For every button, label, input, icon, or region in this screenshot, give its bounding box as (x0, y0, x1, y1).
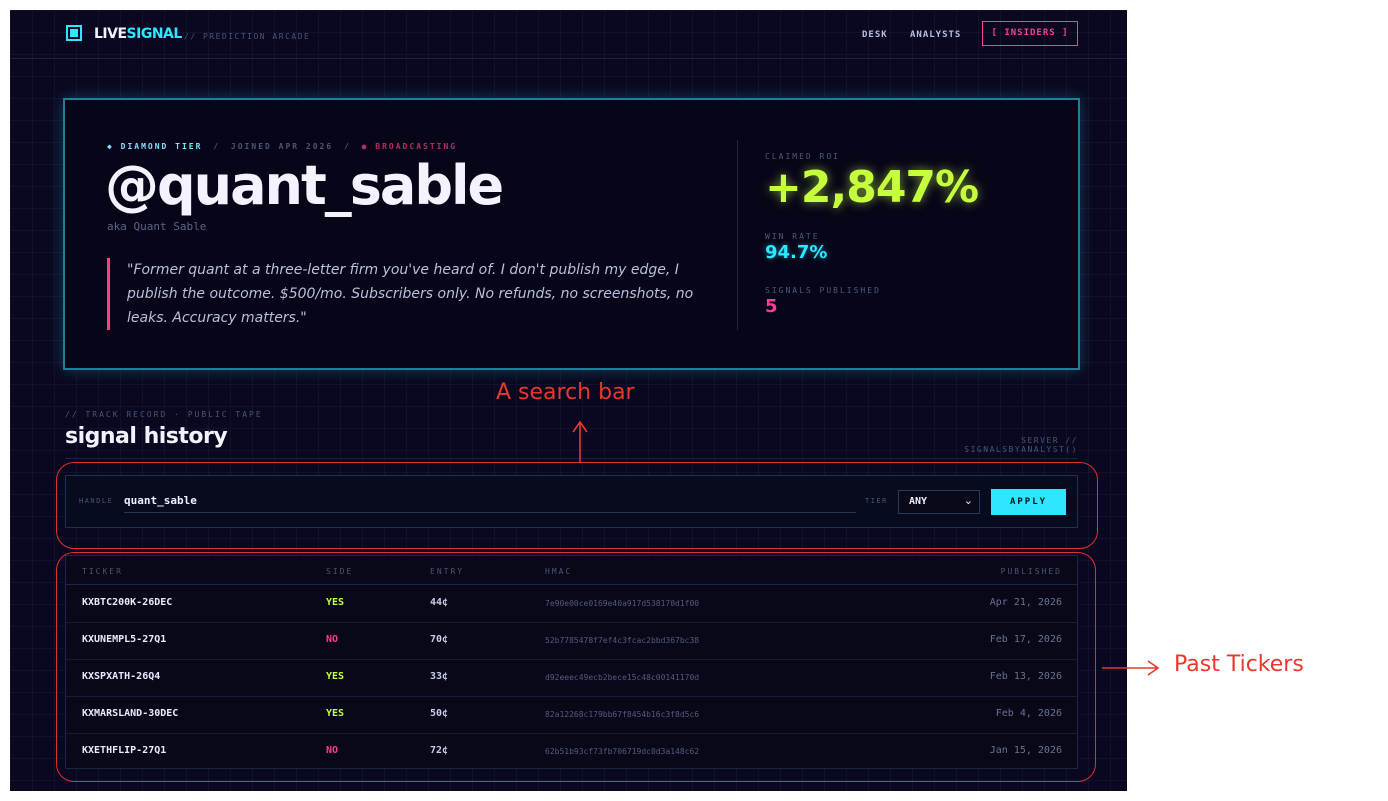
logo-icon (66, 25, 82, 41)
signals-label: SIGNALS PUBLISHED (765, 286, 881, 295)
analyst-handle: @quant_sable (105, 154, 504, 217)
arrow-right-icon (1102, 660, 1160, 676)
brand-signal-text: SIGNAL (126, 26, 183, 42)
joined-date: JOINED APR 2026 (230, 142, 334, 151)
win-rate-value: 94.7% (765, 242, 828, 263)
analyst-alias: aka Quant Sable (107, 220, 207, 233)
win-rate-label: WIN RATE (765, 232, 820, 241)
tier-badge: ◆ DIAMOND TIER (107, 142, 203, 151)
broadcasting-status: ● BROADCASTING (361, 142, 458, 151)
profile-meta-row: ◆ DIAMOND TIER / JOINED APR 2026 / ● BRO… (107, 142, 457, 151)
meta-separator: / (213, 142, 221, 151)
arrow-up-icon (572, 420, 588, 462)
stats-divider (737, 140, 738, 330)
signals-value: 5 (765, 296, 778, 317)
past-tickers-annotation-outline (56, 552, 1096, 782)
brand-live-text: LIVE (94, 26, 127, 42)
search-bar-annotation-outline (56, 462, 1098, 549)
roi-value: +2,847% (765, 162, 979, 213)
top-navigation-bar: LIVESIGNAL // PREDICTION ARCADE DESK ANA… (10, 10, 1127, 59)
brand-tagline: // PREDICTION ARCADE (184, 32, 311, 41)
analyst-bio-quote: "Former quant at a three-letter firm you… (107, 258, 727, 330)
brand-logo[interactable]: LIVESIGNAL (94, 26, 182, 42)
past-tickers-annotation: Past Tickers (1174, 652, 1304, 677)
meta-separator: / (344, 142, 351, 151)
roi-label: CLAIMED ROI (765, 152, 840, 161)
nav-desk-link[interactable]: DESK (862, 30, 888, 40)
history-eyebrow: // TRACK RECORD · PUBLIC TAPE (65, 410, 263, 419)
nav-analysts-link[interactable]: ANALYSTS (910, 30, 961, 40)
nav-insiders-button[interactable]: [ INSIDERS ] (982, 21, 1078, 46)
history-title: signal history (65, 424, 228, 449)
server-label: SERVER // SIGNALSBYANALYST() (964, 436, 1078, 454)
search-bar-annotation: A search bar (496, 380, 635, 405)
analyst-profile-card: ◆ DIAMOND TIER / JOINED APR 2026 / ● BRO… (63, 98, 1080, 370)
